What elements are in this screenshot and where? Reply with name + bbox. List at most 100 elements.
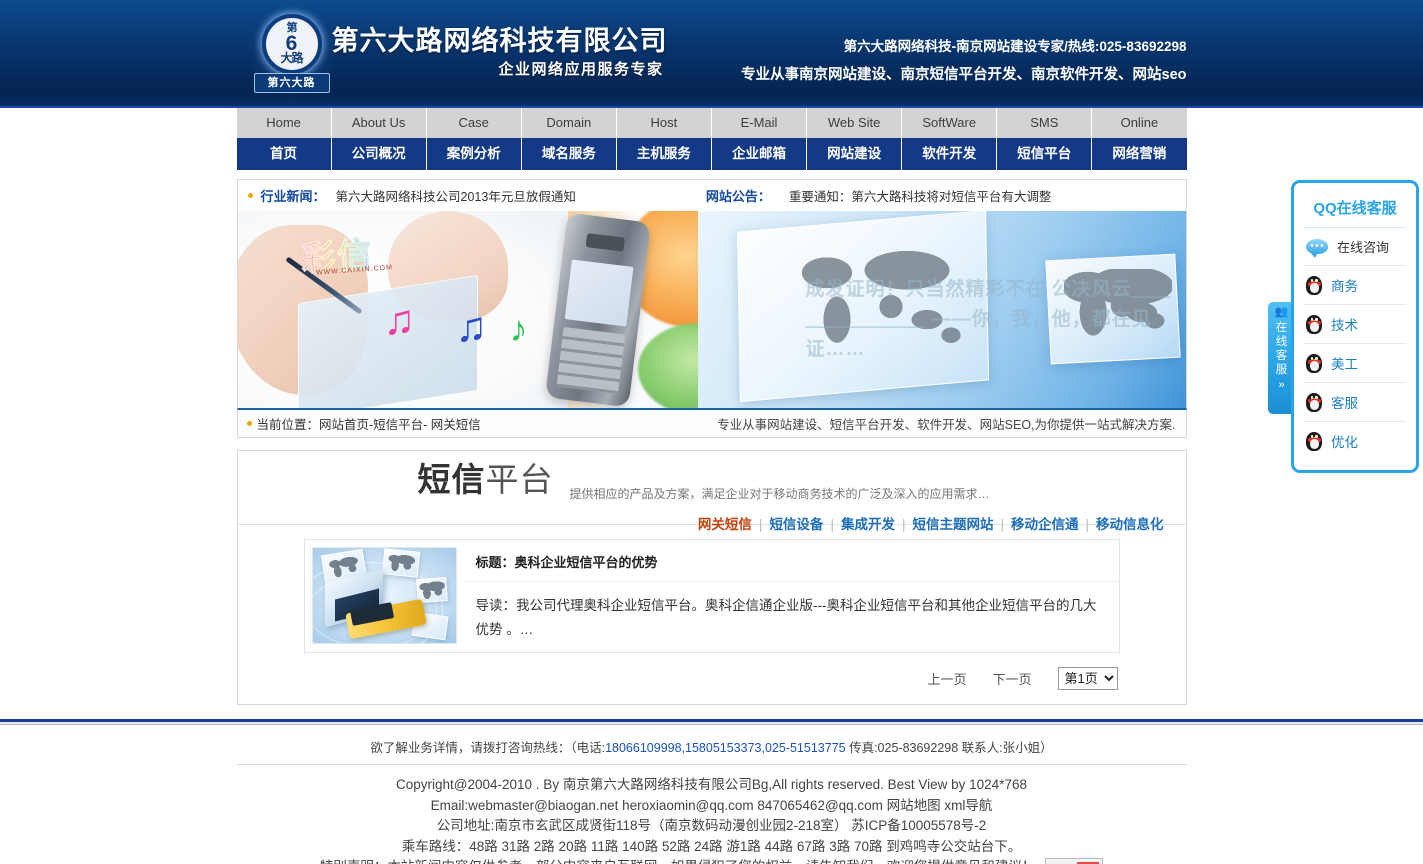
qq-contact-label: 客服 [1331, 396, 1358, 411]
footer-statement-row: 特别声明：本站新闻内容仅供参考，部分内容来自互联网，如果侵犯了您的权益，请告知我… [0, 857, 1423, 864]
panel-header: 短信平台 提供相应的产品及方案，满足企业对于移动商务技术的广泛及深入的应用需求…… [237, 451, 1186, 532]
nav-spacer [0, 170, 1423, 179]
site-logo[interactable]: 第 6 大路 第六大路 [248, 10, 335, 98]
nav-cn-item-2[interactable]: 案例分析 [427, 138, 522, 170]
banner-slogan-text: 成发证明！只当然精彩不在 公决风云＿＿＿＿＿＿＿＿ ——你，我，他，都在见证…… [805, 279, 1172, 360]
tab-3[interactable]: 短信主题网站 [912, 517, 993, 532]
nav-english-row: Home About Us Case Domain Host E-Mail Web Site… [236, 108, 1187, 138]
qq-contact-row-0[interactable]: 在线咨询 [1304, 228, 1406, 266]
pagination: 上一页 下一页 第1页 [238, 667, 1186, 690]
industry-news-link[interactable]: 第六大路网络科技公司2013年元旦放假通知 [336, 186, 576, 205]
nav-en-item-2[interactable]: Case [427, 108, 522, 138]
page-select[interactable]: 第1页 [1057, 667, 1118, 690]
nav-chinese-row: 首页 公司概况 案例分析 域名服务 主机服务 企业邮箱 网站建设 软件开发 短信平台 网络营销 [236, 138, 1187, 170]
nav-en-item-7[interactable]: SoftWare [902, 108, 998, 138]
qq-contact-row-4[interactable]: 客服 [1304, 383, 1406, 422]
nav-en-item-8[interactable]: SMS [997, 108, 1093, 138]
music-note-icon: ♫ [383, 296, 416, 343]
industry-news-label: 行业新闻： [260, 189, 326, 204]
hotline-prefix: 欲了解业务详情，请拨打咨询热线：（电话: [370, 741, 606, 755]
thumb-map-3 [417, 580, 446, 600]
sub-category-tabs: 网关短信 | 短信设备 | 集成开发 | 短信主题网站 | 移动企信通 | 移动信息化 [698, 513, 1164, 533]
nav-cn-item-7[interactable]: 软件开发 [902, 138, 998, 170]
site-header: 第 6 大路 第六大路 第六大路网络科技有限公司 企业网络应用服务专家 第六大路… [0, 0, 1423, 108]
tab-2[interactable]: 集成开发 [841, 517, 895, 532]
tab-1[interactable]: 短信设备 [769, 517, 823, 532]
article-list: 标题：奥科企业短信平台的优势 导读：我公司代理奥科企业短信平台。奥科企信通企业版… [238, 525, 1186, 653]
footer-email-line[interactable]: Email:webmaster@biaogan.net heroxiaomin@… [0, 796, 1423, 817]
nav-en-item-1[interactable]: About Us [332, 108, 427, 138]
nav-en-item-4[interactable]: Host [617, 108, 712, 138]
news-announcement-bar: 行业新闻： 第六大路网络科技公司2013年元旦放假通知 网站公告： 重要通知：第… [236, 179, 1187, 211]
footer-bus-routes: 乘车路线：48路 31路 2路 20路 11路 140路 52路 24路 游1路… [401, 838, 1022, 854]
logo-nameplate: 第六大路 [253, 73, 330, 93]
main-navigation: Home About Us Case Domain Host E-Mail Web Site… [0, 108, 1423, 179]
header-services-text: 专业从事南京网站建设、南京短信平台开发、南京软件开发、网站seo [741, 67, 1187, 83]
pg-belly [1309, 438, 1319, 449]
nav-cn-item-4[interactable]: 主机服务 [617, 138, 712, 170]
company-identity: 第六大路网络科技有限公司 企业网络应用服务专家 [332, 24, 668, 82]
page-description: 提供相应的产品及方案，满足企业对于移动商务技术的广泛及深入的应用需求… [569, 487, 990, 501]
nav-en-item-3[interactable]: Domain [522, 108, 617, 138]
qq-contact-row-1[interactable]: 商务 [1304, 266, 1406, 305]
next-page-link[interactable]: 下一页 [992, 669, 1031, 688]
cnzz-badge-icon[interactable]: CNZZ [1045, 858, 1104, 864]
pg-belly [1309, 399, 1319, 410]
pg-belly [1309, 282, 1319, 293]
article-text-body: 标题：奥科企业短信平台的优势 导读：我公司代理奥科企业短信平台。奥科企信通企业版… [463, 540, 1119, 652]
phone-speaker [585, 233, 625, 252]
nav-cn-item-1[interactable]: 公司概况 [332, 138, 427, 170]
breadcrumb[interactable]: 当前位置：网站首页-短信平台- 网关短信 [257, 414, 481, 433]
nav-cn-item-9[interactable]: 网络营销 [1092, 138, 1186, 170]
bullet-dot-icon [246, 421, 252, 426]
nav-cn-item-8[interactable]: 短信平台 [997, 138, 1093, 170]
tab-separator: | [1085, 517, 1089, 532]
hero-banner[interactable]: 彩信 WWW.CAIXIN.COM ♫ ♫ ♪ ♪ 成发证明！只当然精彩不在 公… [236, 211, 1187, 408]
nav-en-item-6[interactable]: Web Site [807, 108, 903, 138]
site-notice-link[interactable]: 重要通知：第六大路科技将对短信平台有大调整 [789, 186, 1052, 205]
nav-cn-item-3[interactable]: 域名服务 [522, 138, 617, 170]
article-thumbnail[interactable] [311, 547, 457, 644]
header-hotline-text: 第六大路网络科技-南京网站建设专家/热线:025-83692298 [843, 39, 1187, 54]
page-title-bold: 短信 [417, 461, 486, 498]
header-contact-block: 第六大路网络科技-南京网站建设专家/热线:025-83692298 专业从事南京… [741, 34, 1186, 90]
tab-4[interactable]: 移动企信通 [1011, 517, 1079, 532]
breadcrumb-bar: 当前位置：网站首页-短信平台- 网关短信 专业从事网站建设、短信平台开发、软件开… [236, 408, 1187, 438]
music-note-icon: ♫ [455, 303, 488, 350]
tab-5[interactable]: 移动信息化 [1096, 517, 1164, 532]
tab-0[interactable]: 网关短信 [698, 517, 752, 532]
footer-copyright: Copyright@2004-2010 . By 南京第六大路网络科技有限公司B… [396, 777, 1027, 792]
qq-contact-row-5[interactable]: 优化 [1304, 422, 1406, 460]
qq-contact-label: 美工 [1331, 357, 1358, 372]
list-item[interactable]: 标题：奥科企业短信平台的优势 导读：我公司代理奥科企业短信平台。奥科企信通企业版… [303, 539, 1120, 653]
nav-en-item-0[interactable]: Home [237, 108, 332, 138]
qq-contact-label: 优化 [1331, 435, 1358, 450]
site-footer: 欲了解业务详情，请拨打咨询热线：（电话:18066109998,15805153… [0, 725, 1423, 864]
music-note-icon: ♪ [509, 308, 528, 349]
article-lead: 导读：我公司代理奥科企业短信平台。奥科企信通企业版---奥科企业短信平台和其他企… [475, 598, 1097, 637]
pg-belly [1309, 321, 1319, 332]
phone-keypad [555, 326, 625, 395]
footer-address: 公司地址:南京市玄武区成贤街118号（南京数码动漫创业园2-218室） 苏ICP… [436, 818, 987, 833]
prev-page-link[interactable]: 上一页 [927, 669, 966, 688]
hotline-numbers: 18066109998,15805153373,025-51513775 [605, 741, 846, 755]
qq-contact-list: 在线咨询商务技术美工客服优化 [1294, 228, 1416, 460]
footer-hotline: 欲了解业务详情，请拨打咨询热线：（电话:18066109998,15805153… [236, 737, 1187, 765]
nav-en-item-9[interactable]: Online [1092, 108, 1186, 138]
tab-separator: | [830, 517, 834, 532]
company-slogan: 企业网络应用服务专家 [498, 61, 664, 78]
tab-separator: | [1000, 517, 1004, 532]
tab-separator: | [758, 517, 763, 532]
nav-cn-item-0[interactable]: 首页 [237, 138, 332, 170]
qq-customer-service-panel: QQ在线客服 在线咨询 商务 技术 美工 客服 优化 [1291, 180, 1419, 473]
qq-contact-row-3[interactable]: 美工 [1304, 344, 1406, 383]
tab-separator: | [901, 517, 906, 532]
qq-contact-label: 商务 [1331, 279, 1358, 294]
article-title[interactable]: 标题：奥科企业短信平台的优势 [463, 540, 1119, 582]
qq-penguin-icon [1306, 314, 1322, 334]
nav-cn-item-6[interactable]: 网站建设 [807, 138, 903, 170]
qq-contact-row-2[interactable]: 技术 [1304, 305, 1406, 344]
nav-cn-item-5[interactable]: 企业邮箱 [712, 138, 808, 170]
nav-en-item-5[interactable]: E-Mail [712, 108, 808, 138]
